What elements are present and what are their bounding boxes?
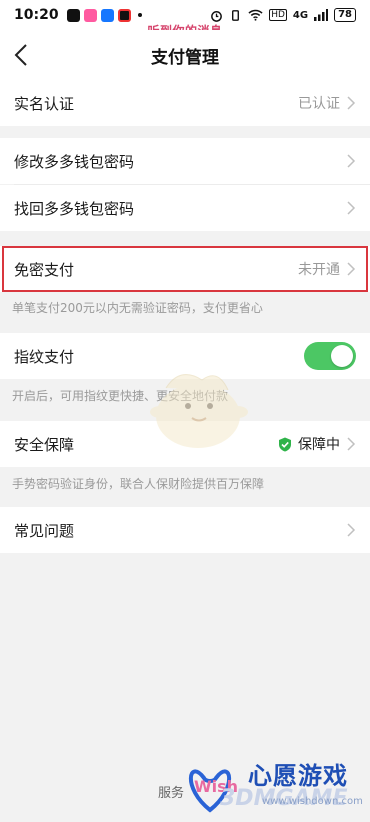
page-title: 支付管理 (151, 47, 219, 68)
row-change-password-right (346, 154, 356, 168)
status-time: 10:20 (14, 7, 59, 23)
battery-icon: 78 (334, 8, 356, 22)
chevron-right-icon (347, 201, 356, 215)
row-recover-password-right (346, 201, 356, 215)
app-icon-pink (83, 8, 97, 22)
row-real-name[interactable]: 实名认证 已认证 (0, 80, 370, 126)
toggle-knob (331, 345, 353, 367)
mascot-watermark-icon (150, 374, 248, 448)
row-fingerprint-label: 指纹支付 (14, 347, 75, 366)
wifi-icon (248, 9, 263, 21)
signal-icon (314, 9, 329, 21)
more-dot-icon (137, 13, 142, 17)
password-free-status: 未开通 (298, 262, 340, 278)
nav-bar: 支付管理 (0, 30, 370, 80)
back-arrow-icon[interactable] (10, 42, 36, 68)
fingerprint-toggle[interactable] (304, 342, 356, 370)
row-change-password[interactable]: 修改多多钱包密码 (0, 138, 370, 184)
payment-management-screen: 10:20 HD 4G 78 听到你的消息 支付管理 实名认证 已认证 (0, 0, 370, 822)
alarm-icon (211, 10, 223, 22)
system-icons: HD 4G 78 (210, 8, 356, 22)
row-password-free-label: 免密支付 (14, 260, 75, 279)
row-real-name-label: 实名认证 (14, 94, 75, 113)
chevron-right-icon (347, 96, 356, 110)
real-name-status: 已认证 (298, 96, 340, 112)
tiktok-icon (66, 8, 80, 22)
security-status: 保障中 (298, 437, 340, 453)
row-password-free-payment[interactable]: 免密支付 未开通 (0, 246, 370, 292)
vibrate-icon (232, 9, 240, 21)
shield-check-icon (279, 437, 291, 451)
footer-text[interactable]: 服务 (158, 782, 184, 801)
row-faq-label: 常见问题 (14, 521, 75, 540)
notification-icons (66, 8, 142, 22)
row-security-label: 安全保障 (14, 435, 75, 454)
app-icon-red (117, 8, 131, 22)
password-free-note: 单笔支付200元以内无需验证密码，支付更省心 (12, 301, 263, 315)
row-faq-right (346, 523, 356, 537)
chevron-right-icon (347, 437, 356, 451)
network-label: 4G (292, 9, 309, 21)
row-faq[interactable]: 常见问题 (0, 507, 370, 553)
security-note: 手势密码验证身份，联合人保财险提供百万保障 (12, 477, 265, 491)
row-recover-password-label: 找回多多钱包密码 (14, 199, 135, 218)
zhihu-icon (100, 8, 114, 22)
row-change-password-label: 修改多多钱包密码 (14, 152, 135, 171)
row-fingerprint-right (304, 342, 356, 370)
row-security-right: 保障中 (278, 434, 356, 454)
chevron-right-icon (347, 523, 356, 537)
row-password-free-right: 未开通 (298, 259, 356, 279)
chevron-right-icon (347, 262, 356, 276)
chevron-right-icon (347, 154, 356, 168)
row-recover-password[interactable]: 找回多多钱包密码 (0, 185, 370, 231)
watermark-url: www.wishdown.com (262, 796, 363, 807)
hd-icon: HD (269, 9, 287, 21)
row-real-name-right: 已认证 (298, 93, 356, 113)
